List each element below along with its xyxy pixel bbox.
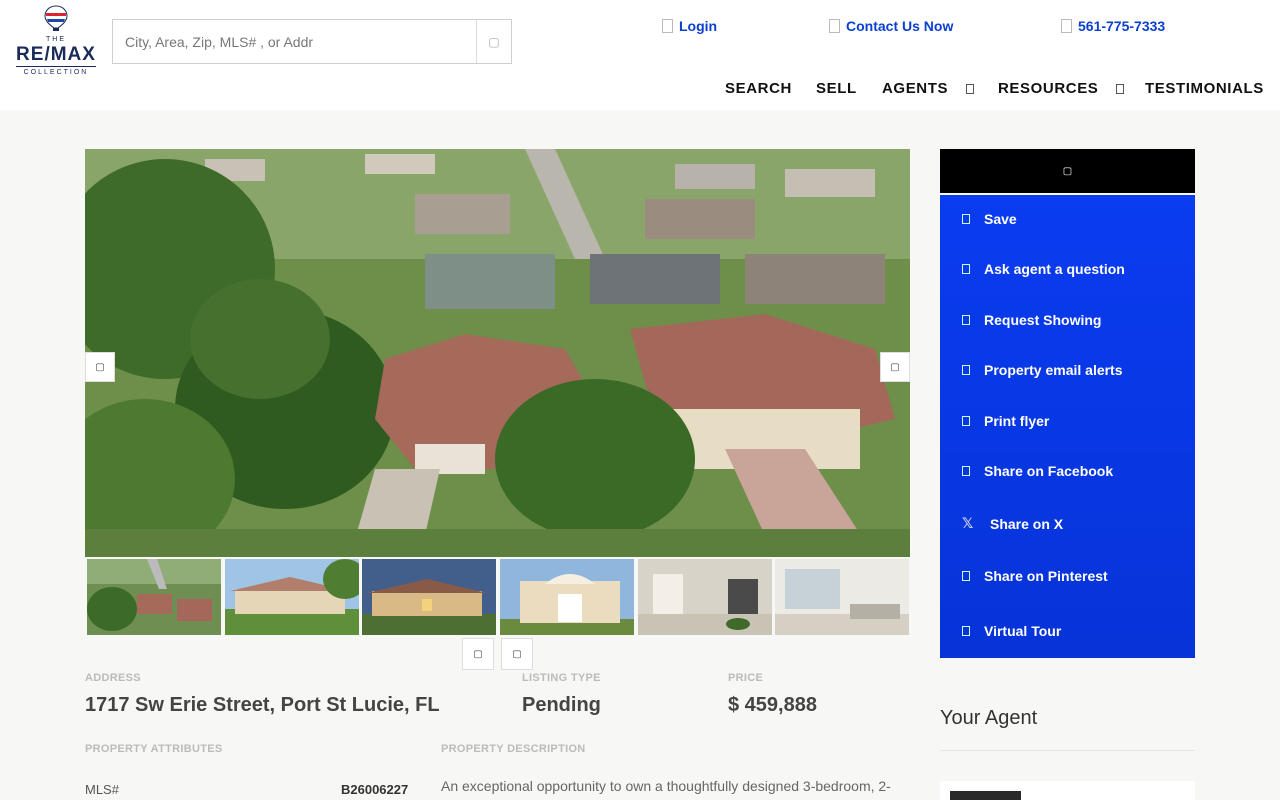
virtual-tour-button[interactable]: Virtual Tour [962, 623, 1061, 639]
main-listing-photo[interactable] [85, 149, 910, 557]
email-alerts-button[interactable]: Property email alerts [962, 362, 1123, 378]
logo-the: THE [46, 36, 66, 43]
print-icon [962, 416, 970, 426]
virtual-tour-label: Virtual Tour [984, 623, 1062, 639]
contact-label: Contact Us Now [846, 18, 954, 34]
your-agent-heading: Your Agent [940, 707, 1038, 729]
chevron-right-icon: ▢ [890, 361, 900, 373]
thumbnail[interactable] [225, 559, 359, 635]
envelope-icon [829, 19, 840, 33]
nav-testimonials-label: TESTIMONIALS [1145, 80, 1264, 97]
search-box: ▢ [112, 19, 512, 64]
chevron-down-icon [1116, 83, 1125, 94]
description-label: PROPERTY DESCRIPTION [441, 743, 586, 755]
nav-resources-label: RESOURCES [998, 80, 1099, 97]
balloon-icon [44, 5, 68, 31]
listing-actions-panel: Save Ask agent a question Request Showin… [940, 195, 1195, 658]
search-icon: ▢ [488, 34, 500, 49]
logo-collection: COLLECTION [16, 66, 96, 76]
thumbnail-image [500, 559, 634, 635]
thumbnail[interactable] [87, 559, 221, 635]
mls-value: B26006227 [341, 782, 409, 797]
chevron-left-icon: ▢ [95, 361, 105, 373]
login-label: Login [679, 18, 718, 34]
agent-photo [950, 791, 1021, 800]
user-icon [662, 19, 673, 33]
save-label: Save [984, 211, 1017, 227]
phone-link[interactable]: 561-775-7333 [1061, 18, 1165, 34]
price-label: PRICE [728, 672, 764, 684]
facebook-icon [962, 466, 970, 476]
print-flyer-button[interactable]: Print flyer [962, 413, 1049, 429]
address-label: ADDRESS [85, 672, 141, 684]
sidebar-header[interactable]: ▢ [940, 149, 1195, 193]
heart-icon [962, 214, 970, 224]
request-showing-label: Request Showing [984, 312, 1102, 328]
thumbnail[interactable] [500, 559, 634, 635]
site-header: THE RE/MAX COLLECTION ▢ Login Contact Us… [0, 0, 1280, 110]
price-value: $ 459,888 [728, 694, 817, 716]
save-button[interactable]: Save [962, 211, 1017, 227]
chevron-right-icon: ▢ [512, 648, 522, 660]
logo-brand: RE/MAX [16, 44, 96, 65]
mls-label: MLS# [85, 782, 119, 797]
chevron-down-icon [966, 83, 975, 94]
calendar-icon [962, 315, 970, 325]
ask-agent-label: Ask agent a question [984, 261, 1125, 277]
share-facebook-label: Share on Facebook [984, 463, 1114, 479]
x-icon: 𝕏 [962, 515, 974, 531]
listing-type-label: LISTING TYPE [522, 672, 601, 684]
thumbs-prev-button[interactable]: ▢ [462, 638, 494, 670]
address-value: 1717 Sw Erie Street, Port St Lucie, FL [85, 694, 440, 716]
gallery-prev-button[interactable]: ▢ [85, 352, 115, 382]
thumbnail-image [775, 559, 909, 635]
divider [940, 750, 1195, 751]
search-input[interactable] [113, 20, 477, 63]
description-text: An exceptional opportunity to own a thou… [441, 778, 891, 794]
phone-icon [1061, 19, 1072, 33]
chevron-left-icon: ▢ [473, 648, 483, 660]
thumbnail-image [638, 559, 772, 635]
aerial-photo [85, 149, 910, 557]
share-facebook-button[interactable]: Share on Facebook [962, 463, 1113, 479]
nav-resources[interactable]: RESOURCES [998, 80, 1125, 97]
nav-testimonials[interactable]: TESTIMONIALS [1145, 80, 1264, 97]
nav-agents[interactable]: AGENTS [882, 80, 975, 97]
share-x-button[interactable]: 𝕏 Share on X [962, 515, 1063, 532]
question-icon [962, 264, 970, 274]
nav-sell[interactable]: SELL [816, 80, 857, 97]
attributes-label: PROPERTY ATTRIBUTES [85, 743, 223, 755]
nav-search[interactable]: SEARCH [725, 80, 792, 97]
nav-search-label: SEARCH [725, 80, 792, 97]
thumbnail-image [225, 559, 359, 635]
listing-type-value: Pending [522, 694, 601, 716]
search-button[interactable]: ▢ [476, 20, 511, 63]
video-icon [962, 626, 970, 636]
email-alerts-label: Property email alerts [984, 362, 1123, 378]
share-pinterest-button[interactable]: Share on Pinterest [962, 568, 1108, 584]
share-pinterest-label: Share on Pinterest [984, 568, 1108, 584]
thumbnail-image [87, 559, 221, 635]
request-showing-button[interactable]: Request Showing [962, 312, 1101, 328]
thumbnail[interactable] [362, 559, 496, 635]
thumbnail[interactable] [638, 559, 772, 635]
contact-link[interactable]: Contact Us Now [829, 18, 953, 34]
remax-collection-logo[interactable]: THE RE/MAX COLLECTION [16, 5, 96, 79]
login-link[interactable]: Login [662, 18, 717, 34]
thumbnail-image [362, 559, 496, 635]
ask-agent-button[interactable]: Ask agent a question [962, 261, 1125, 277]
phone-label: 561-775-7333 [1078, 18, 1166, 34]
gallery-next-button[interactable]: ▢ [880, 352, 910, 382]
nav-agents-label: AGENTS [882, 80, 949, 97]
nav-sell-label: SELL [816, 80, 857, 97]
thumbs-next-button[interactable]: ▢ [501, 638, 533, 670]
bell-icon [962, 365, 970, 375]
share-x-label: Share on X [990, 515, 1064, 532]
heart-icon: ▢ [1062, 165, 1073, 177]
print-flyer-label: Print flyer [984, 413, 1050, 429]
thumbnail[interactable] [775, 559, 909, 635]
pinterest-icon [962, 571, 970, 581]
